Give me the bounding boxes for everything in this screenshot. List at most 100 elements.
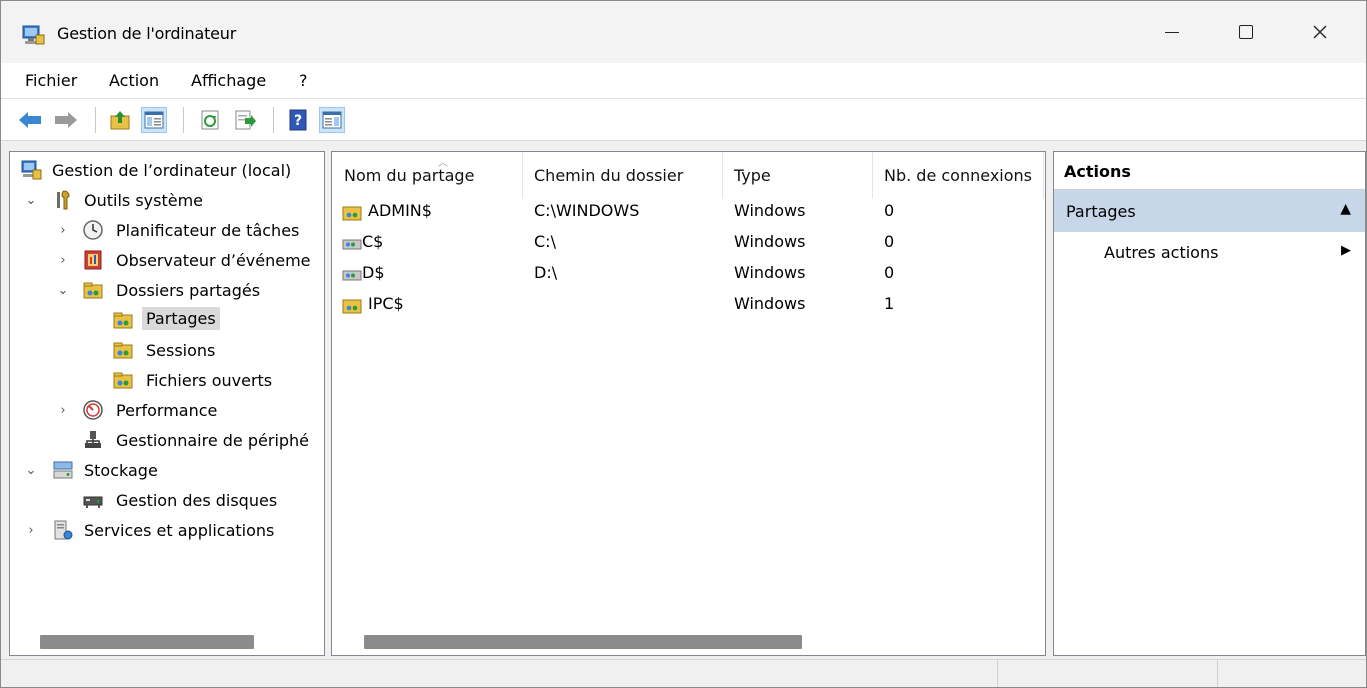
collapse-up-icon[interactable]: ▲ — [1340, 201, 1351, 217]
column-separator[interactable] — [722, 152, 723, 198]
column-header-name[interactable]: ︿ Nom du partage — [344, 158, 474, 185]
menu-fichier[interactable]: Fichier — [25, 71, 77, 90]
shared-folder-icon — [342, 299, 362, 314]
menu-help[interactable]: ? — [299, 71, 308, 90]
share-connections: 0 — [884, 232, 895, 251]
tree-label: Stockage — [84, 460, 158, 480]
forward-button[interactable] — [53, 107, 79, 133]
tree-label: Observateur d’événeme — [116, 250, 311, 270]
disk-management-icon — [83, 496, 103, 508]
share-path: C:\ — [534, 232, 556, 251]
show-hide-action-pane-button[interactable] — [319, 107, 345, 133]
tree-item-partages[interactable]: Partages — [10, 306, 324, 334]
title-bar[interactable]: Gestion de l'ordinateur — [1, 1, 1366, 63]
tree-item-services-applications[interactable]: › Services et applications — [10, 516, 324, 544]
action-autres-actions[interactable]: Autres actions ▶ — [1054, 234, 1365, 270]
refresh-icon — [201, 110, 219, 130]
tree-label: Gestion des disques — [116, 490, 278, 510]
tree-item-observateur[interactable]: › Observateur d’événeme — [10, 246, 324, 274]
action-label: Autres actions — [1104, 243, 1219, 262]
tree-label: Planificateur de tâches — [116, 220, 300, 240]
shared-folder-icon — [342, 206, 362, 221]
column-separator[interactable] — [522, 152, 523, 198]
actions-section-label: Partages — [1066, 202, 1136, 221]
toolbar-separator — [183, 107, 184, 133]
menu-action[interactable]: Action — [109, 71, 159, 90]
actions-section-partages[interactable]: Partages ▲ — [1054, 190, 1365, 232]
table-row[interactable]: ADMIN$ C:\WINDOWS Windows 0 — [338, 196, 1038, 226]
window-title: Gestion de l'ordinateur — [57, 24, 237, 43]
chevron-right-icon[interactable]: › — [56, 253, 70, 268]
tree-item-gestion-disques[interactable]: Gestion des disques — [10, 486, 324, 514]
tree-label: Gestion de l’ordinateur (local) — [52, 160, 292, 180]
actions-header: Actions — [1054, 152, 1365, 190]
chevron-down-icon[interactable]: ⌄ — [24, 463, 38, 478]
status-bar — [1, 659, 1366, 687]
menu-affichage[interactable]: Affichage — [191, 71, 266, 90]
column-header-path[interactable]: Chemin du dossier — [534, 166, 683, 185]
forward-arrow-icon — [55, 112, 77, 128]
shares-list: ︿ Nom du partage Chemin du dossier Type … — [331, 151, 1046, 656]
share-type: Windows — [734, 294, 806, 313]
status-divider — [997, 660, 998, 687]
column-separator[interactable] — [1043, 152, 1044, 198]
export-list-icon — [235, 110, 256, 130]
tree-item-stockage[interactable]: ⌄ Stockage — [10, 456, 324, 484]
tree-label: Outils système — [84, 190, 204, 210]
help-button[interactable]: ? — [285, 107, 311, 133]
tree-item-fichiers-ouverts[interactable]: Fichiers ouverts — [10, 366, 324, 394]
chevron-down-icon[interactable]: ⌄ — [56, 283, 70, 298]
column-separator[interactable] — [872, 152, 873, 198]
tree-label: Dossiers partagés — [116, 280, 261, 300]
actions-pane: Actions Partages ▲ Autres actions ▶ — [1053, 151, 1366, 656]
clock-icon — [83, 220, 103, 240]
share-connections: 0 — [884, 201, 895, 220]
tree-item-sessions[interactable]: Sessions — [10, 336, 324, 364]
tree-item-outils-systeme[interactable]: ⌄ Outils système — [10, 186, 324, 214]
table-row[interactable]: IPC$ Windows 1 — [338, 289, 1038, 319]
back-arrow-icon — [19, 112, 41, 128]
computer-management-window: Gestion de l'ordinateur Fichier Action A… — [0, 0, 1367, 688]
tree-label: Sessions — [146, 340, 216, 360]
toolbar-separator — [95, 107, 96, 133]
submenu-arrow-icon: ▶ — [1341, 243, 1351, 258]
tree-label: Performance — [116, 400, 218, 420]
chevron-down-icon[interactable]: ⌄ — [24, 193, 38, 208]
column-header-type[interactable]: Type — [734, 166, 771, 185]
tree-label: Gestionnaire de périphé — [116, 430, 310, 450]
export-list-button[interactable] — [233, 107, 259, 133]
chevron-right-icon[interactable]: › — [56, 223, 70, 238]
tree-item-gestionnaire-peripheriques[interactable]: Gestionnaire de périphé — [10, 426, 324, 454]
shared-folder-icon — [83, 282, 103, 299]
toolbar-separator — [273, 107, 274, 133]
tree-item-root[interactable]: Gestion de l’ordinateur (local) — [10, 156, 324, 184]
scrollbar-thumb[interactable] — [364, 635, 802, 649]
tree-horizontal-scrollbar[interactable] — [10, 635, 324, 649]
chevron-right-icon[interactable]: › — [24, 523, 38, 538]
table-row[interactable]: C$ C:\ Windows 0 — [338, 227, 1038, 257]
maximize-button[interactable] — [1209, 1, 1283, 63]
share-name: IPC$ — [368, 294, 404, 313]
tree-item-performance[interactable]: › Performance — [10, 396, 324, 424]
back-button[interactable] — [17, 107, 43, 133]
list-horizontal-scrollbar[interactable] — [332, 635, 1045, 649]
close-button[interactable] — [1283, 1, 1357, 63]
table-row[interactable]: D$ D:\ Windows 0 — [338, 258, 1038, 288]
share-connections: 0 — [884, 263, 895, 282]
refresh-button[interactable] — [197, 107, 223, 133]
scrollbar-thumb[interactable] — [40, 635, 254, 649]
show-hide-tree-button[interactable] — [141, 107, 167, 133]
shared-drive-icon — [342, 270, 362, 281]
computer-management-icon — [22, 25, 45, 45]
tree-item-planificateur[interactable]: › Planificateur de tâches — [10, 216, 324, 244]
up-folder-icon — [110, 111, 130, 130]
status-divider — [1217, 660, 1218, 687]
up-button[interactable] — [107, 107, 133, 133]
column-header-connections[interactable]: Nb. de connexions — [884, 166, 1032, 185]
minimize-button[interactable] — [1135, 1, 1209, 63]
tree-item-dossiers-partages[interactable]: ⌄ Dossiers partagés — [10, 276, 324, 304]
svg-text:?: ? — [294, 113, 302, 129]
computer-management-icon — [21, 160, 42, 180]
toolbar: ? — [1, 99, 1366, 141]
chevron-right-icon[interactable]: › — [56, 403, 70, 418]
